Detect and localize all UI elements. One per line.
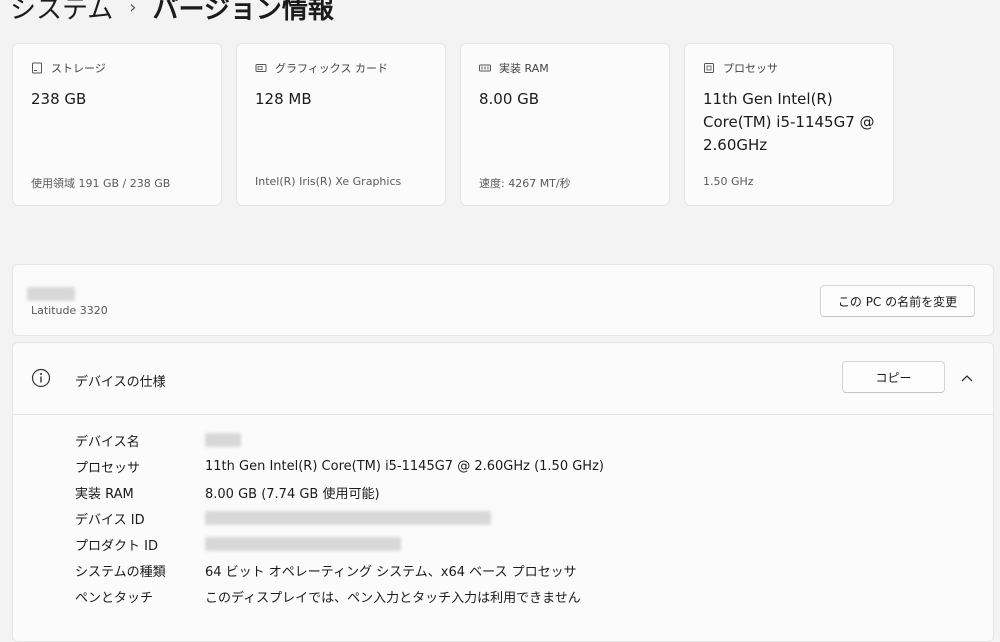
device-name-redacted <box>27 287 75 301</box>
breadcrumb-parent[interactable]: システム <box>10 0 113 26</box>
spec-row-device-id: デバイス ID <box>75 505 604 531</box>
spec-row-processor: プロセッサ 11th Gen Intel(R) Core(TM) i5-1145… <box>75 453 604 479</box>
card-subtext: 1.50 GHz <box>703 175 754 188</box>
device-specs-header[interactable]: デバイスの仕様 コピー <box>13 343 993 415</box>
spec-value: 64 ビット オペレーティング システム、x64 ベース プロセッサ <box>205 564 577 580</box>
storage-icon <box>32 62 42 74</box>
spec-key: デバイス ID <box>75 512 145 528</box>
graphics-card-icon <box>255 64 267 72</box>
ram-icon <box>479 64 491 72</box>
copy-button[interactable]: コピー <box>842 361 945 393</box>
breadcrumb: システム › バージョン情報 <box>10 0 334 26</box>
info-icon <box>31 368 51 388</box>
spec-value: 8.00 GB (7.74 GB 使用可能) <box>205 486 380 502</box>
spec-row-ram: 実装 RAM 8.00 GB (7.74 GB 使用可能) <box>75 479 604 505</box>
card-title: 実装 RAM <box>499 62 549 75</box>
product-id-value-redacted <box>205 537 401 551</box>
spec-key: 実装 RAM <box>75 486 134 502</box>
spec-value: 11th Gen Intel(R) Core(TM) i5-1145G7 @ 2… <box>205 458 604 474</box>
ram-card: 実装 RAM 8.00 GB 速度: 4267 MT/秒 <box>460 43 670 206</box>
card-value: 238 GB <box>31 90 87 108</box>
device-model: Latitude 3320 <box>31 304 108 317</box>
spec-key: デバイス名 <box>75 434 140 450</box>
spec-key: プロセッサ <box>75 460 141 476</box>
card-title: ストレージ <box>51 62 106 75</box>
processor-icon <box>704 63 714 73</box>
card-title: プロセッサ <box>723 62 778 75</box>
device-specs-panel: デバイスの仕様 コピー デバイス名 プロセッサ 11th Gen Intel(R… <box>12 342 994 642</box>
spec-value: このディスプレイでは、ペン入力とタッチ入力は利用できません <box>205 590 581 606</box>
card-value: 8.00 GB <box>479 90 540 108</box>
spec-key: プロダクト ID <box>75 538 158 554</box>
rename-pc-button[interactable]: この PC の名前を変更 <box>820 285 975 317</box>
spec-row-system-type: システムの種類 64 ビット オペレーティング システム、x64 ベース プロセ… <box>75 557 604 583</box>
page-title: バージョン情報 <box>152 0 334 25</box>
graphics-card: グラフィックス カード 128 MB Intel(R) Iris(R) Xe G… <box>236 43 446 206</box>
card-value: 11th Gen Intel(R) Core(TM) i5-1145G7 @ 2… <box>703 90 875 154</box>
card-value: 128 MB <box>255 90 312 108</box>
device-specs-title: デバイスの仕様 <box>75 375 166 390</box>
device-id-value-redacted <box>205 511 491 525</box>
card-subtext: 使用領域 191 GB / 238 GB <box>31 177 171 190</box>
spec-row-device-name: デバイス名 <box>75 427 604 453</box>
processor-card: プロセッサ 11th Gen Intel(R) Core(TM) i5-1145… <box>684 43 894 206</box>
spec-row-product-id: プロダクト ID <box>75 531 604 557</box>
card-subtext: 速度: 4267 MT/秒 <box>479 177 571 190</box>
chevron-up-icon[interactable] <box>961 373 973 383</box>
breadcrumb-separator: › <box>129 0 137 18</box>
spec-row-pen-touch: ペンとタッチ このディスプレイでは、ペン入力とタッチ入力は利用できません <box>75 583 604 609</box>
device-name-value-redacted <box>205 433 241 447</box>
card-subtext: Intel(R) Iris(R) Xe Graphics <box>255 175 402 188</box>
device-name-panel: Latitude 3320 この PC の名前を変更 <box>12 264 994 336</box>
spec-key: ペンとタッチ <box>75 590 154 606</box>
storage-card: ストレージ 238 GB 使用領域 191 GB / 238 GB <box>12 43 222 206</box>
spec-key: システムの種類 <box>75 564 166 580</box>
spec-list: デバイス名 プロセッサ 11th Gen Intel(R) Core(TM) i… <box>75 427 604 609</box>
card-title: グラフィックス カード <box>275 62 388 75</box>
